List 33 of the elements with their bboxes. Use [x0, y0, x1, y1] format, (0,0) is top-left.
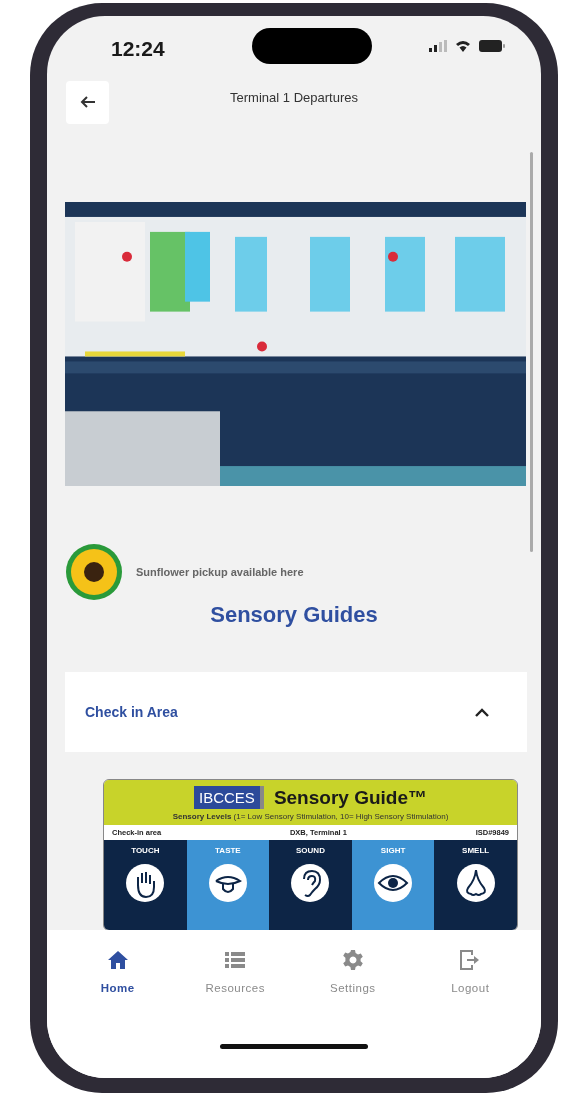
accordion-header[interactable]: Check in Area — [65, 672, 527, 752]
back-button[interactable] — [66, 80, 109, 124]
back-arrow-icon — [79, 96, 96, 108]
sense-label: TOUCH — [131, 846, 160, 855]
section-title: Sensory Guides — [209, 602, 379, 628]
signal-icon — [429, 40, 447, 52]
sense-label: SIGHT — [380, 846, 406, 855]
nav-tab[interactable]: Settings — [307, 950, 398, 994]
tongue-icon — [207, 863, 248, 903]
sunflower-pickup-text: Sunflower pickup available here — [136, 566, 304, 578]
ear-icon — [290, 863, 331, 903]
list-icon — [225, 950, 246, 970]
nav-tab[interactable]: Resources — [190, 950, 281, 994]
status-time: 12:24 — [111, 37, 165, 61]
sunflower-icon — [66, 544, 122, 600]
settings-icon — [342, 950, 363, 970]
guide-title: Sensory Guide™ — [273, 786, 427, 809]
wifi-icon — [455, 40, 471, 52]
chevron-icon — [475, 707, 489, 717]
sensory-levels-text: Sensory Levels (1= Low Sensory Stimulation, 10= High Sensory Stimulation) — [172, 812, 449, 821]
nav-tab[interactable]: Logout — [425, 950, 516, 994]
nav-tab[interactable]: Home — [72, 950, 163, 994]
battery-icon — [479, 40, 505, 52]
sense-label: TASTE — [215, 846, 241, 855]
screen-title: Terminal 1 Departures — [230, 90, 358, 105]
home-icon — [107, 950, 128, 970]
sense-label: SOUND — [296, 846, 325, 855]
logout-icon — [460, 950, 481, 970]
sense-label: SMELL — [462, 846, 490, 855]
ibcces-logo: IBCCES — [194, 786, 264, 809]
hand-icon — [125, 863, 166, 903]
nose-icon — [455, 863, 496, 903]
eye-icon — [373, 863, 414, 903]
